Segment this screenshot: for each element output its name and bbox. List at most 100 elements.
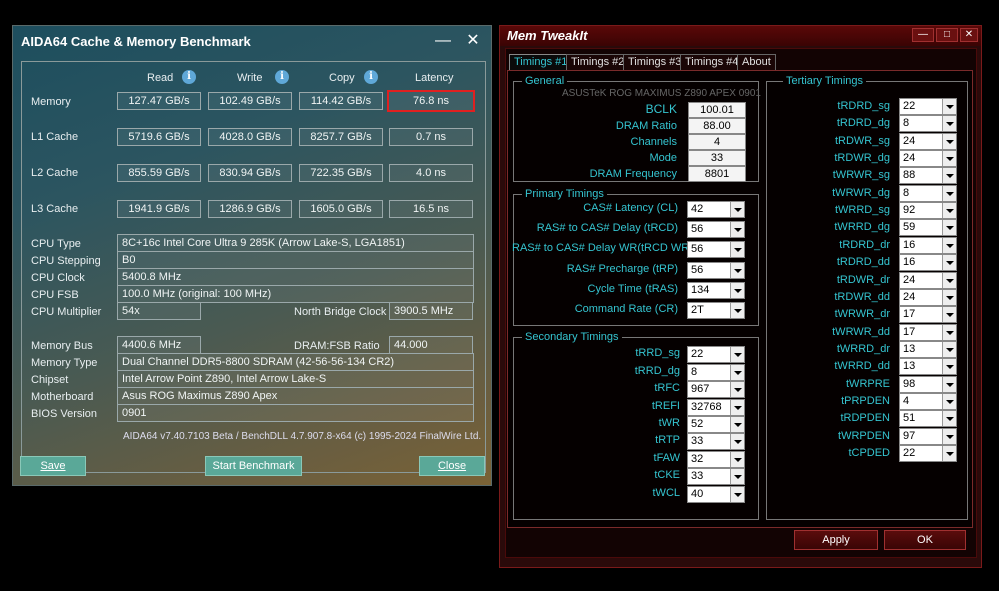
tertiary-select[interactable]: 51 <box>899 410 957 428</box>
col-read: Read <box>147 72 174 84</box>
minimize-button[interactable]: — <box>912 28 934 42</box>
tertiary-select[interactable]: 8 <box>899 184 957 202</box>
secondary-label: tWCL <box>652 487 681 499</box>
secondary-label: tRTP <box>655 434 680 446</box>
restore-button[interactable]: □ <box>936 28 958 42</box>
chevron-down-icon <box>942 289 956 305</box>
tertiary-select[interactable]: 4 <box>899 392 957 410</box>
select-value: 22 <box>691 348 704 360</box>
tertiary-select[interactable]: 17 <box>899 323 957 341</box>
close-window-button[interactable]: ✕ <box>461 30 485 52</box>
tertiary-label: tRDWR_dr <box>836 273 890 286</box>
memory-read: 127.47 GB/s <box>117 92 201 110</box>
cpu-mult-value: 54x <box>117 302 201 320</box>
minimize-button[interactable]: — <box>431 30 455 52</box>
tab-about[interactable]: About <box>737 54 776 70</box>
chevron-down-icon <box>942 376 956 392</box>
tertiary-select[interactable]: 13 <box>899 340 957 358</box>
board-name: ASUSTeK ROG MAXIMUS Z890 APEX 0901 <box>562 88 761 99</box>
secondary-select[interactable]: 8 <box>687 364 745 381</box>
chevron-down-icon <box>942 220 956 236</box>
l1-latency: 0.7 ns <box>389 128 473 146</box>
memory-latency: 76.8 ns <box>387 90 475 112</box>
general-label: Channels <box>630 136 677 148</box>
cpu-fsb-value: 100.0 MHz (original: 100 MHz) <box>117 285 474 303</box>
chevron-down-icon <box>730 487 744 502</box>
tertiary-select[interactable]: 88 <box>899 167 957 185</box>
secondary-select[interactable]: 32 <box>687 451 745 468</box>
tab-timings-2[interactable]: Timings #2 <box>566 54 630 70</box>
apply-button[interactable]: Apply <box>794 530 878 550</box>
l1-write: 4028.0 GB/s <box>208 128 292 146</box>
cpu-mult-label: CPU Multiplier <box>31 306 102 318</box>
l3-copy: 1605.0 GB/s <box>299 200 383 218</box>
tertiary-select[interactable]: 22 <box>899 98 957 115</box>
select-value: 32768 <box>691 401 722 413</box>
chevron-down-icon <box>942 307 956 323</box>
write-info-icon[interactable]: i <box>275 70 289 84</box>
primary-select[interactable]: 2T <box>687 302 745 319</box>
secondary-select[interactable]: 52 <box>687 416 745 433</box>
tertiary-label: tWRWR_sg <box>832 169 890 182</box>
tab-timings-3[interactable]: Timings #3 <box>623 54 687 70</box>
tertiary-label: tCPDED <box>848 447 890 459</box>
tertiary-select[interactable]: 97 <box>899 427 957 445</box>
select-value: 33 <box>691 470 704 482</box>
select-value: 56 <box>691 264 704 276</box>
tertiary-select[interactable]: 16 <box>899 254 957 272</box>
tertiary-select[interactable]: 24 <box>899 271 957 289</box>
copy-info-icon[interactable]: i <box>364 70 378 84</box>
tab-timings-1[interactable]: Timings #1 <box>509 54 573 70</box>
select-value: 97 <box>903 429 916 442</box>
tertiary-select[interactable]: 13 <box>899 358 957 376</box>
tertiary-select[interactable]: 24 <box>899 150 957 168</box>
tertiary-select[interactable]: 17 <box>899 306 957 324</box>
read-info-icon[interactable]: i <box>182 70 196 84</box>
col-write: Write <box>237 72 263 84</box>
close-button[interactable]: Close <box>419 456 485 476</box>
select-value: 13 <box>903 342 916 355</box>
secondary-label: tWR <box>658 417 680 429</box>
primary-select[interactable]: 56 <box>687 241 745 258</box>
save-button[interactable]: Save <box>20 456 86 476</box>
tertiary-select[interactable]: 92 <box>899 202 957 220</box>
cpu-type-label: CPU Type <box>31 238 81 250</box>
secondary-select[interactable]: 32768 <box>687 399 745 416</box>
tertiary-select[interactable]: 22 <box>899 445 957 462</box>
primary-label: RAS# to CAS# Delay WR(tRCD WR) <box>512 242 693 254</box>
l1-read: 5719.6 GB/s <box>117 128 201 146</box>
close-window-button[interactable]: ✕ <box>960 28 978 42</box>
chevron-down-icon <box>942 428 956 444</box>
window-title: Mem TweakIt <box>507 28 588 43</box>
select-value: 24 <box>903 273 916 286</box>
primary-select[interactable]: 134 <box>687 282 745 299</box>
primary-select[interactable]: 56 <box>687 262 745 279</box>
secondary-title: Secondary Timings <box>522 331 622 343</box>
tertiary-select[interactable]: 98 <box>899 375 957 393</box>
secondary-select[interactable]: 967 <box>687 381 745 398</box>
tab-timings-4[interactable]: Timings #4 <box>680 54 744 70</box>
l3-write: 1286.9 GB/s <box>208 200 292 218</box>
primary-select[interactable]: 42 <box>687 201 745 218</box>
mem-bus-value: 4400.6 MHz <box>117 336 201 354</box>
secondary-select[interactable]: 33 <box>687 433 745 450</box>
tertiary-select[interactable]: 16 <box>899 236 957 254</box>
chevron-down-icon <box>942 99 956 114</box>
secondary-select[interactable]: 40 <box>687 486 745 503</box>
secondary-select[interactable]: 22 <box>687 346 745 363</box>
tertiary-select[interactable]: 59 <box>899 219 957 237</box>
tertiary-select[interactable]: 24 <box>899 288 957 306</box>
general-value: 88.00 <box>688 118 746 134</box>
tertiary-select[interactable]: 8 <box>899 115 957 133</box>
chevron-down-icon <box>942 411 956 427</box>
tertiary-select[interactable]: 24 <box>899 132 957 150</box>
chevron-down-icon <box>942 116 956 132</box>
ok-button[interactable]: OK <box>884 530 966 550</box>
secondary-select[interactable]: 33 <box>687 468 745 485</box>
memtweakit-titlebar: Mem TweakIt — □ ✕ <box>500 26 981 46</box>
select-value: 134 <box>691 284 710 296</box>
tertiary-label: tRDPDEN <box>840 412 890 425</box>
start-benchmark-button[interactable]: Start Benchmark <box>205 456 302 476</box>
primary-select[interactable]: 56 <box>687 221 745 238</box>
select-value: 92 <box>903 204 916 217</box>
